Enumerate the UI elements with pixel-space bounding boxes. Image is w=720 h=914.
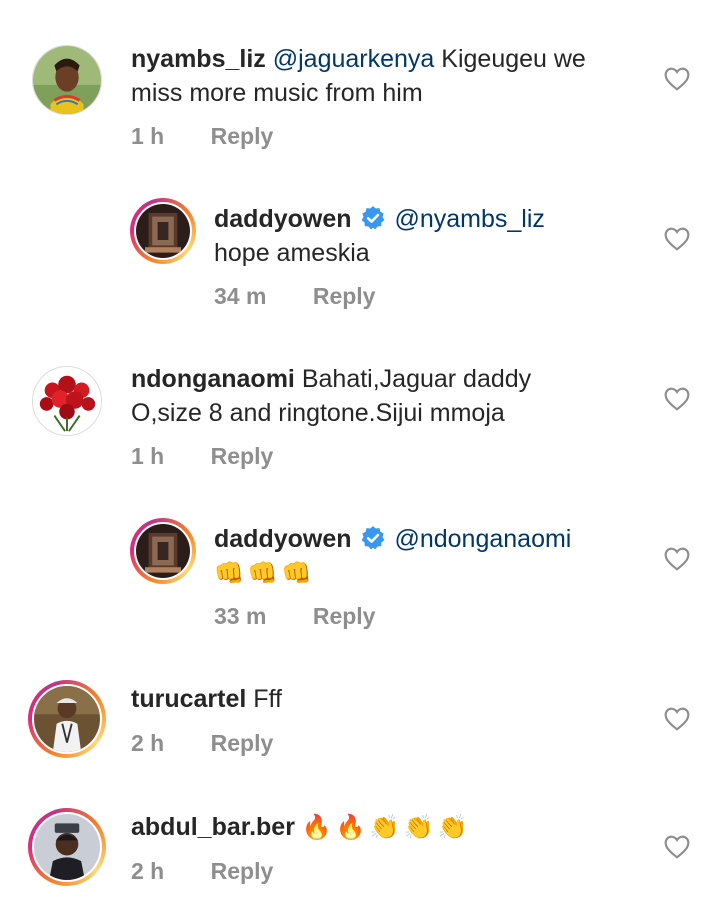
clapping-hands-emoji: 👏 [403,814,434,841]
heart-icon[interactable] [664,547,690,571]
avatar[interactable] [28,680,106,758]
heart-icon[interactable] [664,707,690,731]
reply-button[interactable]: Reply [211,858,274,884]
avatar[interactable] [32,366,102,436]
timestamp: 2 h [131,858,165,884]
reply-button[interactable]: Reply [211,730,274,756]
username[interactable]: turucartel [131,685,246,713]
reply-button[interactable]: Reply [313,283,376,309]
heart-icon[interactable] [664,227,690,251]
comment-text: miss more music from him [131,79,423,107]
album-art-avatar [136,204,190,258]
mention-link[interactable]: @jaguarkenya [273,45,435,73]
timestamp: 1 h [131,443,165,469]
verified-badge-icon [361,526,384,550]
avatar[interactable] [130,198,196,264]
heart-icon[interactable] [664,387,690,411]
username[interactable]: daddyowen [214,205,352,233]
username[interactable]: abdul_bar.ber [131,813,295,841]
timestamp: 1 h [131,123,165,149]
heart-icon[interactable] [664,835,690,859]
heart-icon[interactable] [664,67,690,91]
fist-emoji: 👊 [281,560,312,587]
reply-button[interactable]: Reply [211,123,274,149]
fist-emoji: 👊 [247,560,278,587]
fire-emoji: 🔥 [335,814,366,841]
mention-link[interactable]: @nyambs_liz [394,205,544,233]
fire-emoji: 🔥 [301,814,332,841]
clapping-hands-emoji: 👏 [437,814,468,841]
fist-emoji: 👊 [214,560,244,587]
avatar[interactable] [28,808,106,886]
comment-text: Kigeugeu we [441,45,586,73]
red-roses-avatar [33,367,101,435]
avatar[interactable] [32,45,102,115]
comment-text: hope ameskia [214,239,370,267]
username[interactable]: ndonganaomi [131,365,295,393]
username[interactable]: nyambs_liz [131,45,266,73]
comment-text: Fff [253,685,282,713]
avatar[interactable] [130,518,196,584]
woman-traditional-beads-avatar [33,46,101,114]
username[interactable]: daddyowen [214,525,352,553]
mention-link[interactable]: @ndonganaomi [394,525,571,553]
timestamp: 33 m [214,603,267,629]
reply-button[interactable]: Reply [211,443,274,469]
timestamp: 34 m [214,283,267,309]
timestamp: 2 h [131,730,165,756]
reply-button[interactable]: Reply [313,603,376,629]
album-art-avatar [136,524,190,578]
man-outdoors-avatar [34,686,100,752]
clapping-hands-emoji: 👏 [369,814,400,841]
comment-text: O,size 8 and ringtone.Sijui mmoja [131,399,505,427]
man-haircut-avatar [34,814,100,880]
verified-badge-icon [361,206,384,230]
comment-text: Bahati,Jaguar daddy [301,365,532,393]
